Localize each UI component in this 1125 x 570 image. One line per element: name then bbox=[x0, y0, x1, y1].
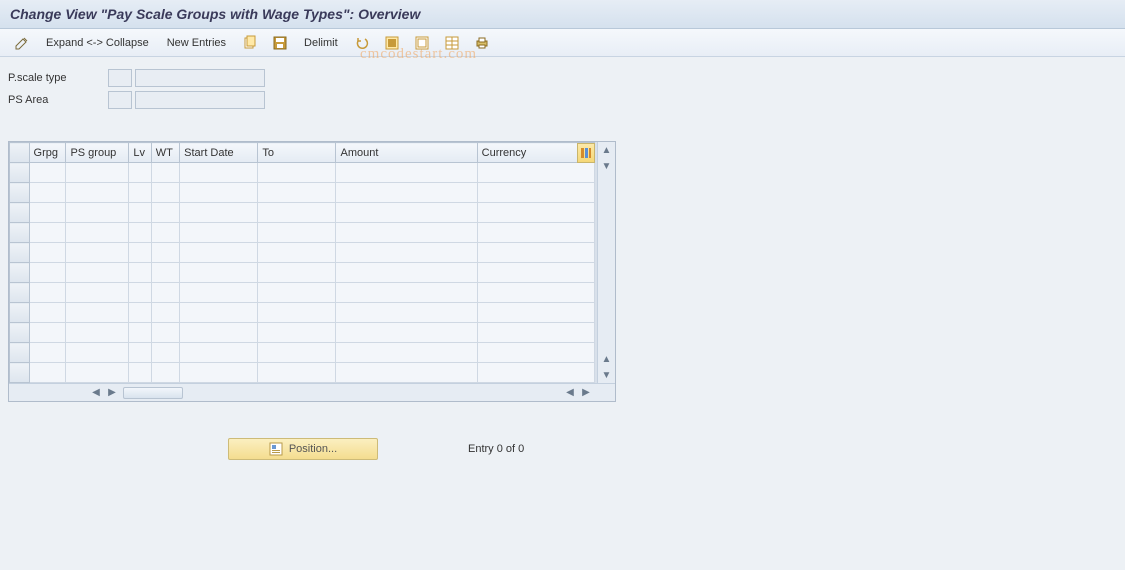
row-selector[interactable] bbox=[10, 223, 30, 243]
table-row[interactable] bbox=[10, 303, 595, 323]
table-row[interactable] bbox=[10, 263, 595, 283]
row-selector[interactable] bbox=[10, 323, 30, 343]
footer: Position... Entry 0 of 0 bbox=[8, 438, 1117, 460]
row-selector[interactable] bbox=[10, 203, 30, 223]
row-selector[interactable] bbox=[10, 263, 30, 283]
position-button-label: Position... bbox=[289, 443, 337, 455]
col-start-date[interactable]: Start Date bbox=[180, 143, 258, 163]
configure-columns-icon[interactable] bbox=[577, 143, 595, 163]
scroll-down-icon[interactable]: ▼ bbox=[599, 367, 615, 383]
print-icon[interactable] bbox=[470, 33, 494, 53]
undo-icon[interactable] bbox=[350, 33, 374, 53]
new-entries-button[interactable]: New Entries bbox=[161, 33, 232, 53]
row-selector[interactable] bbox=[10, 343, 30, 363]
select-all-icon[interactable] bbox=[380, 33, 404, 53]
expand-collapse-button[interactable]: Expand <-> Collapse bbox=[40, 33, 155, 53]
horizontal-scrollbar[interactable]: ◀ ▶ ◀ ▶ bbox=[9, 383, 615, 401]
scroll-up-icon[interactable]: ▲ bbox=[599, 142, 615, 158]
grid-corner[interactable] bbox=[10, 143, 30, 163]
pscale-type-desc-input[interactable] bbox=[135, 69, 265, 87]
row-selector[interactable] bbox=[10, 183, 30, 203]
row-selector[interactable] bbox=[10, 163, 30, 183]
ps-area-desc-input[interactable] bbox=[135, 91, 265, 109]
table-row[interactable] bbox=[10, 323, 595, 343]
toolbar: Expand <-> Collapse New Entries Delimit bbox=[0, 29, 1125, 57]
page-title: Change View "Pay Scale Groups with Wage … bbox=[0, 0, 1125, 29]
entry-count-text: Entry 0 of 0 bbox=[468, 443, 524, 455]
deselect-all-icon[interactable] bbox=[410, 33, 434, 53]
pscale-type-code-input[interactable] bbox=[108, 69, 132, 87]
scroll-up-step-icon[interactable]: ▲ bbox=[599, 351, 615, 367]
scroll-left-icon[interactable]: ◀ bbox=[89, 386, 103, 400]
position-button[interactable]: Position... bbox=[228, 438, 378, 460]
col-amount[interactable]: Amount bbox=[336, 143, 477, 163]
table-row[interactable] bbox=[10, 243, 595, 263]
row-selector[interactable] bbox=[10, 363, 30, 383]
vertical-scrollbar[interactable]: ▲ ▼ ▲ ▼ bbox=[597, 142, 615, 383]
scroll-left-step-icon[interactable]: ◀ bbox=[563, 386, 577, 400]
table-row[interactable] bbox=[10, 183, 595, 203]
table-row[interactable] bbox=[10, 363, 595, 383]
field-ps-area: PS Area bbox=[8, 91, 1117, 109]
col-lv[interactable]: Lv bbox=[129, 143, 151, 163]
ps-area-label: PS Area bbox=[8, 94, 108, 106]
toggle-edit-icon[interactable] bbox=[10, 33, 34, 53]
table-row[interactable] bbox=[10, 283, 595, 303]
field-pscale-type: P.scale type bbox=[8, 69, 1117, 87]
grid-table: Grpg PS group Lv WT Start Date To Amount… bbox=[9, 142, 595, 383]
scroll-right-icon[interactable]: ▶ bbox=[579, 386, 593, 400]
col-ps-group[interactable]: PS group bbox=[66, 143, 129, 163]
row-selector[interactable] bbox=[10, 303, 30, 323]
table-row[interactable] bbox=[10, 343, 595, 363]
table-view-icon[interactable] bbox=[440, 33, 464, 53]
table-row[interactable] bbox=[10, 163, 595, 183]
col-to[interactable]: To bbox=[258, 143, 336, 163]
scroll-thumb[interactable] bbox=[123, 387, 183, 399]
row-selector[interactable] bbox=[10, 243, 30, 263]
col-grpg[interactable]: Grpg bbox=[29, 143, 66, 163]
pscale-type-label: P.scale type bbox=[8, 72, 108, 84]
delimit-button[interactable]: Delimit bbox=[298, 33, 344, 53]
copy-icon[interactable] bbox=[238, 33, 262, 53]
data-grid: Grpg PS group Lv WT Start Date To Amount… bbox=[8, 141, 616, 402]
save-icon[interactable] bbox=[268, 33, 292, 53]
table-row[interactable] bbox=[10, 223, 595, 243]
content-area: P.scale type PS Area Grpg PS group Lv WT… bbox=[0, 57, 1125, 472]
scroll-down-step-icon[interactable]: ▼ bbox=[599, 158, 615, 174]
ps-area-code-input[interactable] bbox=[108, 91, 132, 109]
col-wt[interactable]: WT bbox=[151, 143, 179, 163]
row-selector[interactable] bbox=[10, 283, 30, 303]
scroll-right-step-icon[interactable]: ▶ bbox=[105, 386, 119, 400]
table-row[interactable] bbox=[10, 203, 595, 223]
